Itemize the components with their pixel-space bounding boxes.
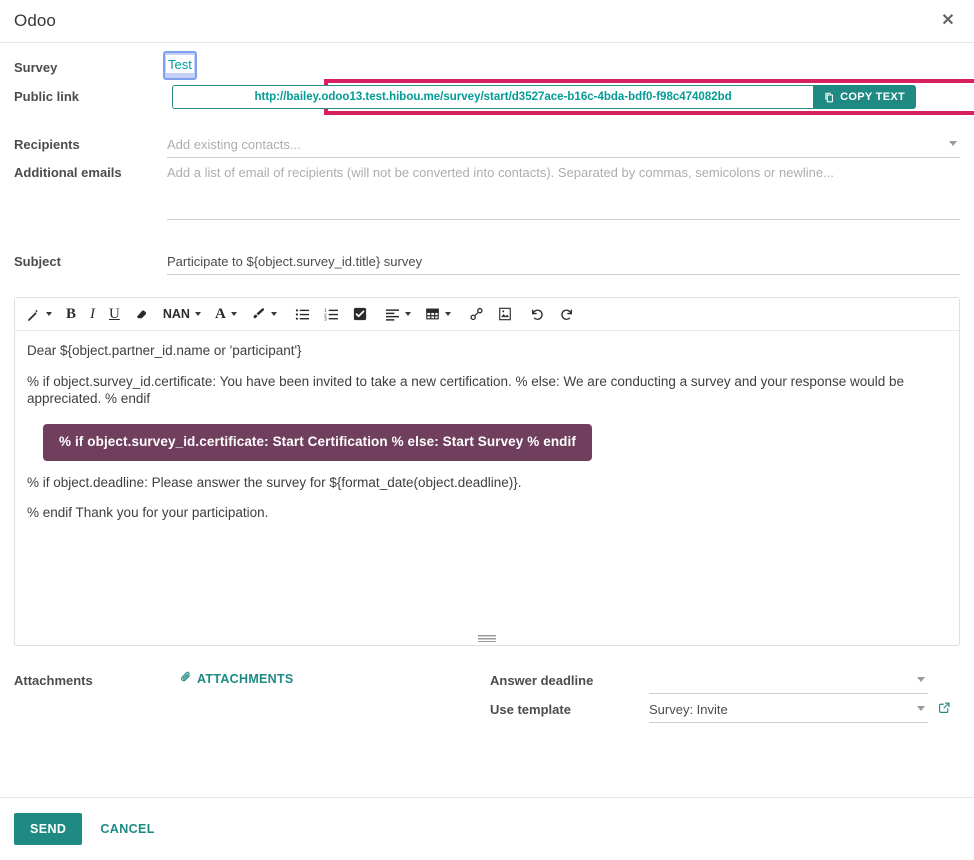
italic-button[interactable]: I	[83, 301, 102, 327]
recipients-placeholder: Add existing contacts...	[167, 137, 301, 152]
chevron-down-icon	[270, 312, 277, 316]
field-row-answer-deadline: Answer deadline	[490, 668, 960, 694]
image-icon[interactable]	[491, 301, 519, 327]
editor-content[interactable]: Dear ${object.partner_id.name or 'partic…	[15, 331, 959, 645]
close-icon[interactable]: ✕	[934, 7, 962, 35]
field-row-subject: Subject Participate to ${object.survey_i…	[14, 249, 960, 275]
field-row-use-template: Use template Survey: Invite	[490, 697, 960, 723]
chevron-down-icon	[404, 312, 411, 316]
editor-closing: % endif Thank you for your participation…	[27, 505, 269, 521]
align-dropdown[interactable]	[378, 301, 418, 327]
font-color-letter: A	[214, 305, 226, 322]
use-template-value: Survey: Invite	[649, 702, 728, 717]
answer-deadline-input[interactable]	[649, 668, 928, 694]
attachments-section: Attachments ATTACHMENTS	[14, 668, 490, 723]
unordered-list-icon[interactable]	[288, 301, 317, 327]
underline-button[interactable]: U	[102, 301, 127, 327]
lower-section: Attachments ATTACHMENTS Answer deadline	[14, 668, 960, 723]
settings-section: Answer deadline Use template Survey: Inv…	[490, 668, 960, 723]
copy-icon	[824, 92, 835, 103]
attachments-button-label: ATTACHMENTS	[197, 671, 294, 686]
use-template-input[interactable]: Survey: Invite	[649, 697, 928, 723]
chevron-down-icon[interactable]	[917, 706, 925, 711]
send-button[interactable]: SEND	[14, 813, 83, 845]
font-size-value: NAN	[162, 307, 190, 321]
additional-emails-field: Add a list of email of recipients (will …	[166, 160, 960, 220]
field-row-survey: Survey Test	[14, 51, 960, 81]
svg-text:3: 3	[324, 316, 327, 320]
subject-value: Participate to ${object.survey_id.title}…	[167, 254, 423, 269]
copy-link-group: http://bailey.odoo13.test.hibou.me/surve…	[172, 85, 916, 109]
editor-intro: % if object.survey_id.certificate: You h…	[27, 373, 905, 406]
survey-link[interactable]: Test	[166, 55, 194, 73]
clear-format-icon[interactable]	[127, 301, 156, 327]
survey-link-wrap: Test	[163, 51, 197, 80]
editor-cta-button[interactable]: % if object.survey_id.certificate: Start…	[43, 423, 592, 461]
additional-emails-label: Additional emails	[14, 165, 122, 180]
chevron-down-icon	[46, 312, 52, 316]
dialog-header: Odoo ✕	[0, 0, 974, 43]
answer-deadline-label: Answer deadline	[490, 673, 594, 688]
dialog-body: Survey Test Public link http://bailey.od…	[0, 51, 974, 723]
dialog-title: Odoo	[14, 11, 56, 30]
editor-deadline: % if object.deadline: Please answer the …	[27, 474, 522, 490]
chevron-down-icon	[194, 312, 201, 316]
background-color-dropdown[interactable]	[244, 301, 284, 327]
field-row-additional-emails: Additional emails Add a list of email of…	[14, 160, 960, 220]
ordered-list-icon[interactable]: 1 2 3	[317, 301, 346, 327]
subject-label: Subject	[14, 254, 61, 269]
additional-emails-input[interactable]: Add a list of email of recipients (will …	[167, 160, 960, 220]
chevron-down-icon[interactable]	[917, 677, 925, 682]
copy-text-label: COPY TEXT	[840, 91, 905, 103]
chevron-down-icon[interactable]	[949, 141, 957, 146]
style-wand-icon[interactable]	[19, 301, 59, 327]
bold-button[interactable]: B	[59, 301, 83, 327]
recipients-field: Add existing contacts...	[166, 132, 960, 158]
field-row-recipients: Recipients Add existing contacts...	[14, 132, 960, 158]
link-icon[interactable]	[462, 301, 491, 327]
open-template-external-icon[interactable]	[938, 697, 951, 717]
paperclip-icon	[180, 671, 192, 686]
public-link-field: http://bailey.odoo13.test.hibou.me/surve…	[166, 79, 974, 115]
undo-icon[interactable]	[523, 301, 552, 327]
subject-field: Participate to ${object.survey_id.title}…	[166, 249, 960, 275]
chevron-down-icon	[230, 312, 237, 316]
additional-emails-placeholder: Add a list of email of recipients (will …	[167, 165, 834, 180]
add-attachments-button[interactable]: ATTACHMENTS	[166, 668, 294, 686]
attachments-label: Attachments	[14, 673, 93, 688]
table-dropdown[interactable]	[418, 301, 458, 327]
survey-field: Test	[163, 51, 960, 80]
public-link-input[interactable]: http://bailey.odoo13.test.hibou.me/surve…	[172, 85, 814, 109]
answer-deadline-field	[648, 668, 928, 694]
recipients-input[interactable]: Add existing contacts...	[167, 132, 960, 158]
copy-text-button[interactable]: COPY TEXT	[813, 85, 916, 109]
checklist-icon[interactable]	[346, 301, 374, 327]
cancel-button[interactable]: CANCEL	[92, 813, 162, 845]
dialog-footer: SEND CANCEL	[0, 797, 974, 860]
chevron-down-icon	[444, 312, 451, 316]
use-template-field: Survey: Invite	[648, 697, 928, 723]
subject-input[interactable]: Participate to ${object.survey_id.title}…	[167, 249, 960, 275]
use-template-label: Use template	[490, 702, 571, 717]
editor-resize-handle[interactable]	[478, 635, 496, 642]
recipients-label: Recipients	[14, 137, 80, 152]
survey-label: Survey	[14, 60, 58, 75]
font-size-dropdown[interactable]: NAN	[156, 301, 208, 327]
editor-greeting: Dear ${object.partner_id.name or 'partic…	[27, 343, 302, 358]
field-row-public-link: Public link http://bailey.odoo13.test.hi…	[14, 79, 974, 120]
email-body-editor: B I U NAN A 1 2 3 Dear ${object.partner_…	[14, 297, 960, 646]
editor-toolbar: B I U NAN A 1 2 3	[15, 298, 959, 331]
public-link-label: Public link	[14, 89, 80, 104]
redo-icon[interactable]	[552, 301, 581, 327]
attachments-field: ATTACHMENTS	[166, 668, 490, 723]
font-color-dropdown[interactable]: A	[208, 301, 244, 327]
